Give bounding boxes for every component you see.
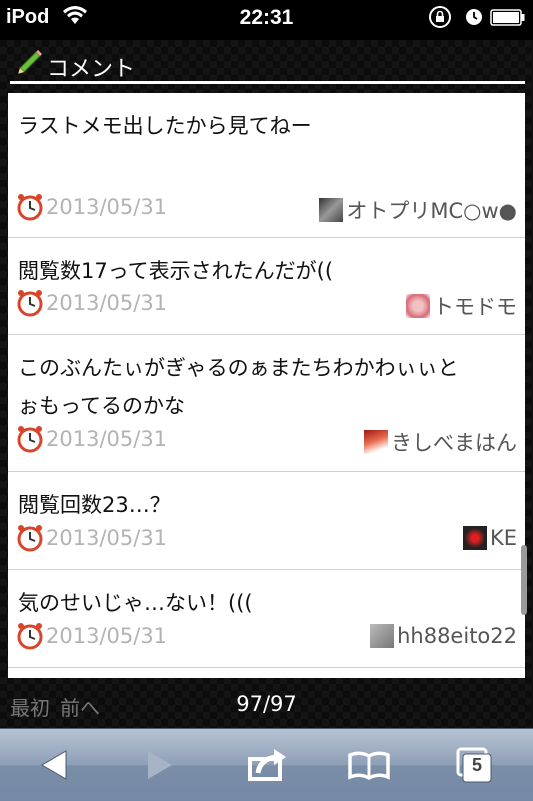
comment-author[interactable]: KE — [462, 526, 517, 550]
alarm-clock-icon — [17, 426, 43, 453]
alarm-clock-icon — [17, 194, 43, 221]
comment-date: 2013/05/31 — [46, 427, 168, 451]
author-name: オトプリMC○w● — [346, 199, 517, 223]
comment-meta: 2013/05/31 hh88eito22 — [16, 620, 517, 654]
browser-toolbar: 5 — [0, 728, 533, 801]
back-icon[interactable] — [32, 743, 78, 787]
author-name: きしべまはん — [391, 431, 517, 455]
avatar — [319, 198, 344, 222]
comment-date: 2013/05/31 — [46, 526, 168, 550]
avatar — [406, 294, 430, 318]
comment-meta: 2013/05/31 トモドモ — [16, 287, 517, 321]
forward-icon[interactable] — [136, 743, 182, 787]
alarm-clock-icon — [17, 525, 43, 552]
comment-text: 閲覧回数23…？ — [18, 493, 171, 517]
page-count: 97/97 — [236, 692, 297, 716]
comment-meta: 2013/05/31 きしべまはん — [16, 423, 517, 457]
comment-meta: 2013/05/31 オトプリMC○w● — [16, 191, 517, 225]
alarm-clock-icon — [17, 290, 43, 317]
comment-item: 閲覧回数23…？ 2013/05/31 KE — [8, 472, 525, 570]
status-time: 22:31 — [239, 6, 294, 29]
comment-list: ラストメモ出したから見てねー 2013/05/31 オトプリMC○w● 閲覧数1… — [8, 93, 525, 678]
scrollbar[interactable] — [521, 545, 527, 615]
author-name: トモドモ — [433, 295, 517, 319]
comment-text: ラストメモ出したから見てねー — [18, 114, 312, 138]
author-name: KE — [489, 526, 517, 550]
comment-text: 気のせいじゃ…ない！((( — [18, 591, 253, 615]
comment-item: ラストメモ出したから見てねー 2013/05/31 オトプリMC○w● — [8, 93, 525, 238]
alarm-icon — [466, 9, 482, 25]
pencil-icon — [18, 50, 42, 74]
bookmarks-icon[interactable] — [346, 743, 392, 787]
comment-meta: 2013/05/31 KE — [16, 522, 517, 556]
avatar — [462, 526, 487, 550]
author-name: hh88eito22 — [397, 624, 517, 648]
pagination: 最初 前へ 97/97 — [0, 680, 533, 728]
comment-item: 気のせいじゃ…ない！((( 2013/05/31 hh88eito22 — [8, 570, 525, 668]
comment-item: このぶんたぃがぎゃるのぁまたちわかわぃぃと ぉもってるのかな 2013/05/3… — [8, 335, 525, 472]
header-divider — [10, 81, 525, 84]
tabs-count: 5 — [471, 755, 482, 775]
comment-date: 2013/05/31 — [46, 624, 168, 648]
battery-icon — [490, 9, 525, 26]
rotation-lock-icon — [429, 6, 451, 28]
comment-item: 閲覧数17って表示されたんだが(( 2013/05/31 トモドモ — [8, 238, 525, 335]
comment-text: このぶんたぃがぎゃるのぁまたちわかわぃぃと ぉもってるのかな — [18, 356, 459, 418]
avatar — [364, 430, 388, 454]
comment-date: 2013/05/31 — [46, 195, 168, 219]
comment-author[interactable]: トモドモ — [406, 291, 517, 321]
status-bar: iPod 22:31 — [0, 0, 533, 40]
share-icon[interactable] — [244, 743, 290, 787]
comment-author[interactable]: オトプリMC○w● — [319, 195, 517, 225]
comment-author[interactable]: hh88eito22 — [370, 624, 517, 648]
comment-date: 2013/05/31 — [46, 291, 168, 315]
comment-text: 閲覧数17って表示されたんだが(( — [18, 259, 334, 283]
tabs-button[interactable]: 5 — [452, 743, 498, 787]
comment-author[interactable]: きしべまはん — [364, 427, 517, 457]
alarm-clock-icon — [17, 623, 43, 650]
page-title: コメント — [47, 57, 136, 82]
avatar — [370, 624, 395, 648]
comments-header: コメント — [10, 40, 525, 86]
